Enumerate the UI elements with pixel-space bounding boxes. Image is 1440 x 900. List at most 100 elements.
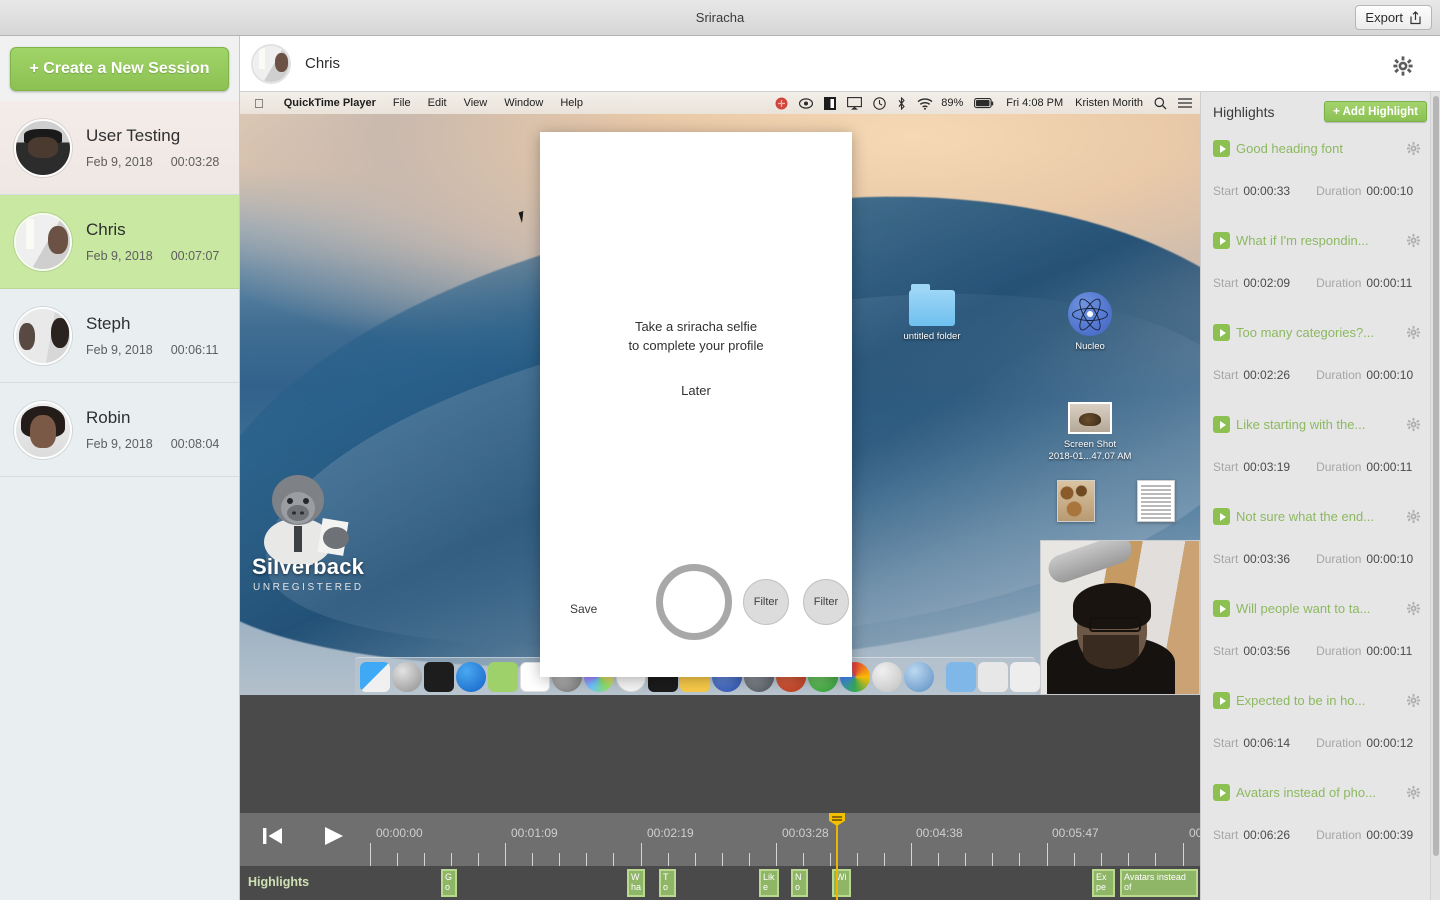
- start-label: Start: [1213, 736, 1239, 750]
- highlight-item[interactable]: Expected to be in ho... Start 00:06:14 D…: [1201, 684, 1433, 776]
- filter-button-1[interactable]: Filter: [743, 579, 789, 625]
- desktop-icon-screenshot[interactable]: Screen Shot 2018-01...47.07 AM: [1035, 402, 1145, 463]
- safari-dock-icon[interactable]: [904, 661, 934, 692]
- highlight-item[interactable]: What if I'm respondin... Start 00:02:09 …: [1201, 224, 1433, 316]
- webcam-overlay[interactable]: [1040, 540, 1200, 695]
- export-button[interactable]: Export: [1355, 5, 1432, 30]
- app-window: Sriracha Export + Create a New Session U…: [0, 0, 1440, 900]
- session-header-name: Chris: [305, 55, 341, 72]
- highlights-scrollbar[interactable]: [1430, 92, 1440, 900]
- highlight-title: What if I'm respondin...: [1236, 233, 1369, 248]
- gear-icon[interactable]: [1406, 417, 1421, 432]
- play-icon[interactable]: [1213, 508, 1230, 525]
- play-icon[interactable]: [1213, 600, 1230, 617]
- highlight-item[interactable]: Will people want to ta... Start 00:03:56…: [1201, 592, 1433, 684]
- itunes-dock-icon[interactable]: [872, 661, 902, 692]
- play-icon[interactable]: [1213, 416, 1230, 433]
- app-store-dock-icon[interactable]: [456, 661, 486, 692]
- highlight-item[interactable]: Avatars instead of pho... Start 00:06:26…: [1201, 776, 1433, 868]
- add-highlight-button[interactable]: + Add Highlight: [1324, 101, 1427, 122]
- timeline-tick-label: 00:04:38: [916, 826, 963, 840]
- desktop-thumbnail-document[interactable]: [1137, 480, 1175, 522]
- menu-help[interactable]: Help: [560, 97, 583, 109]
- play-icon[interactable]: [1213, 140, 1230, 157]
- highlight-duration: 00:00:11: [1366, 276, 1413, 290]
- highlight-title: Good heading font: [1236, 141, 1343, 156]
- timeline-clip[interactable]: No: [791, 869, 808, 897]
- timeline-clip[interactable]: Like: [759, 869, 779, 897]
- desktop-thumbnail-photo[interactable]: [1057, 480, 1095, 522]
- launchpad-dock-icon[interactable]: [392, 661, 422, 692]
- silverback-watermark: Silverback UNREGISTERED: [246, 475, 416, 593]
- wifi-icon: [917, 97, 933, 110]
- session-item-robin[interactable]: Robin Feb 9, 2018 00:08:04: [0, 383, 239, 477]
- export-label: Export: [1365, 10, 1403, 25]
- gear-icon[interactable]: [1406, 141, 1421, 156]
- scrollbar-thumb[interactable]: [1433, 96, 1439, 856]
- timeline-playhead[interactable]: [829, 813, 845, 900]
- shutter-button[interactable]: [656, 564, 732, 640]
- highlight-item[interactable]: Like starting with the... Start 00:03:19…: [1201, 408, 1433, 500]
- document-dock-icon[interactable]: [978, 661, 1008, 692]
- menu-view[interactable]: View: [464, 97, 488, 109]
- create-new-session-button[interactable]: + Create a New Session: [10, 47, 229, 91]
- notes-dock-icon[interactable]: [488, 661, 518, 692]
- timeline-clip[interactable]: Expe: [1092, 869, 1115, 897]
- skip-to-start-icon[interactable]: [260, 823, 286, 849]
- desktop-icon-untitled-folder[interactable]: untitled folder: [886, 284, 978, 343]
- gear-icon[interactable]: [1406, 233, 1421, 248]
- session-item-steph[interactable]: Steph Feb 9, 2018 00:06:11: [0, 289, 239, 383]
- timeline-clip[interactable]: Wil: [832, 869, 851, 897]
- gear-icon[interactable]: [1406, 601, 1421, 616]
- session-item-user-testing[interactable]: User Testing Feb 9, 2018 00:03:28: [0, 101, 239, 195]
- list-icon[interactable]: [1178, 97, 1192, 109]
- highlight-item[interactable]: Not sure what the end... Start 00:03:36 …: [1201, 500, 1433, 592]
- mission-control-dock-icon[interactable]: [424, 661, 454, 692]
- timeline-clip[interactable]: Wha: [627, 869, 645, 897]
- play-icon[interactable]: [1213, 692, 1230, 709]
- gear-icon[interactable]: [1406, 509, 1421, 524]
- phone-prototype-window[interactable]: Take a sriracha selfie to complete your …: [540, 132, 852, 677]
- gear-icon[interactable]: [1406, 785, 1421, 800]
- menu-window[interactable]: Window: [504, 97, 543, 109]
- highlight-start: 00:03:56: [1243, 644, 1291, 658]
- play-icon[interactable]: [1213, 784, 1230, 801]
- duration-label: Duration: [1316, 644, 1362, 658]
- recent-item-1-dock-icon[interactable]: [1010, 661, 1040, 692]
- timeline-tick-label: 00:03:28: [782, 826, 829, 840]
- avatar: [251, 43, 291, 84]
- menu-edit[interactable]: Edit: [428, 97, 447, 109]
- session-item-chris[interactable]: Chris Feb 9, 2018 00:07:07: [0, 195, 239, 289]
- desktop-icon-nucleo[interactable]: Nucleo: [1044, 292, 1136, 353]
- highlight-item[interactable]: Good heading font Start 00:00:33 Duratio…: [1201, 132, 1433, 224]
- highlight-item[interactable]: Too many categories?... Start 00:02:26 D…: [1201, 316, 1433, 408]
- video-preview[interactable]:  QuickTime Player File Edit View Window…: [240, 92, 1200, 695]
- gear-icon[interactable]: [1406, 325, 1421, 340]
- search-icon[interactable]: [1154, 97, 1167, 110]
- battery-percent: 89%: [941, 97, 964, 109]
- finder-dock-icon[interactable]: [360, 661, 390, 692]
- session-duration: 00:08:04: [170, 437, 220, 451]
- downloads-folder-dock-icon[interactable]: [946, 661, 976, 692]
- highlight-duration: 00:00:10: [1366, 368, 1414, 382]
- filter-button-2[interactable]: Filter: [803, 579, 849, 625]
- play-icon[interactable]: [320, 823, 346, 849]
- gear-icon[interactable]: [1392, 55, 1414, 77]
- sidebar-empty-area: [0, 477, 239, 900]
- timeline-clip[interactable]: Go: [441, 869, 457, 897]
- timeline-clip[interactable]: To: [659, 869, 676, 897]
- duration-label: Duration: [1316, 828, 1362, 842]
- highlight-duration: 00:00:12: [1366, 736, 1414, 750]
- play-icon[interactable]: [1213, 232, 1230, 249]
- timeline-clip[interactable]: Avatars instead of: [1120, 869, 1198, 897]
- menu-file[interactable]: File: [393, 97, 411, 109]
- timeline-tick-label: 00:01:09: [511, 826, 558, 840]
- later-link[interactable]: Later: [540, 383, 852, 398]
- gear-icon[interactable]: [1406, 693, 1421, 708]
- bluetooth-icon: [897, 96, 906, 110]
- play-icon[interactable]: [1213, 324, 1230, 341]
- highlight-duration: 00:00:39: [1366, 828, 1414, 842]
- save-button[interactable]: Save: [570, 602, 597, 616]
- window-titlebar: Sriracha Export: [0, 0, 1440, 36]
- highlights-list[interactable]: Good heading font Start 00:00:33 Duratio…: [1201, 132, 1433, 900]
